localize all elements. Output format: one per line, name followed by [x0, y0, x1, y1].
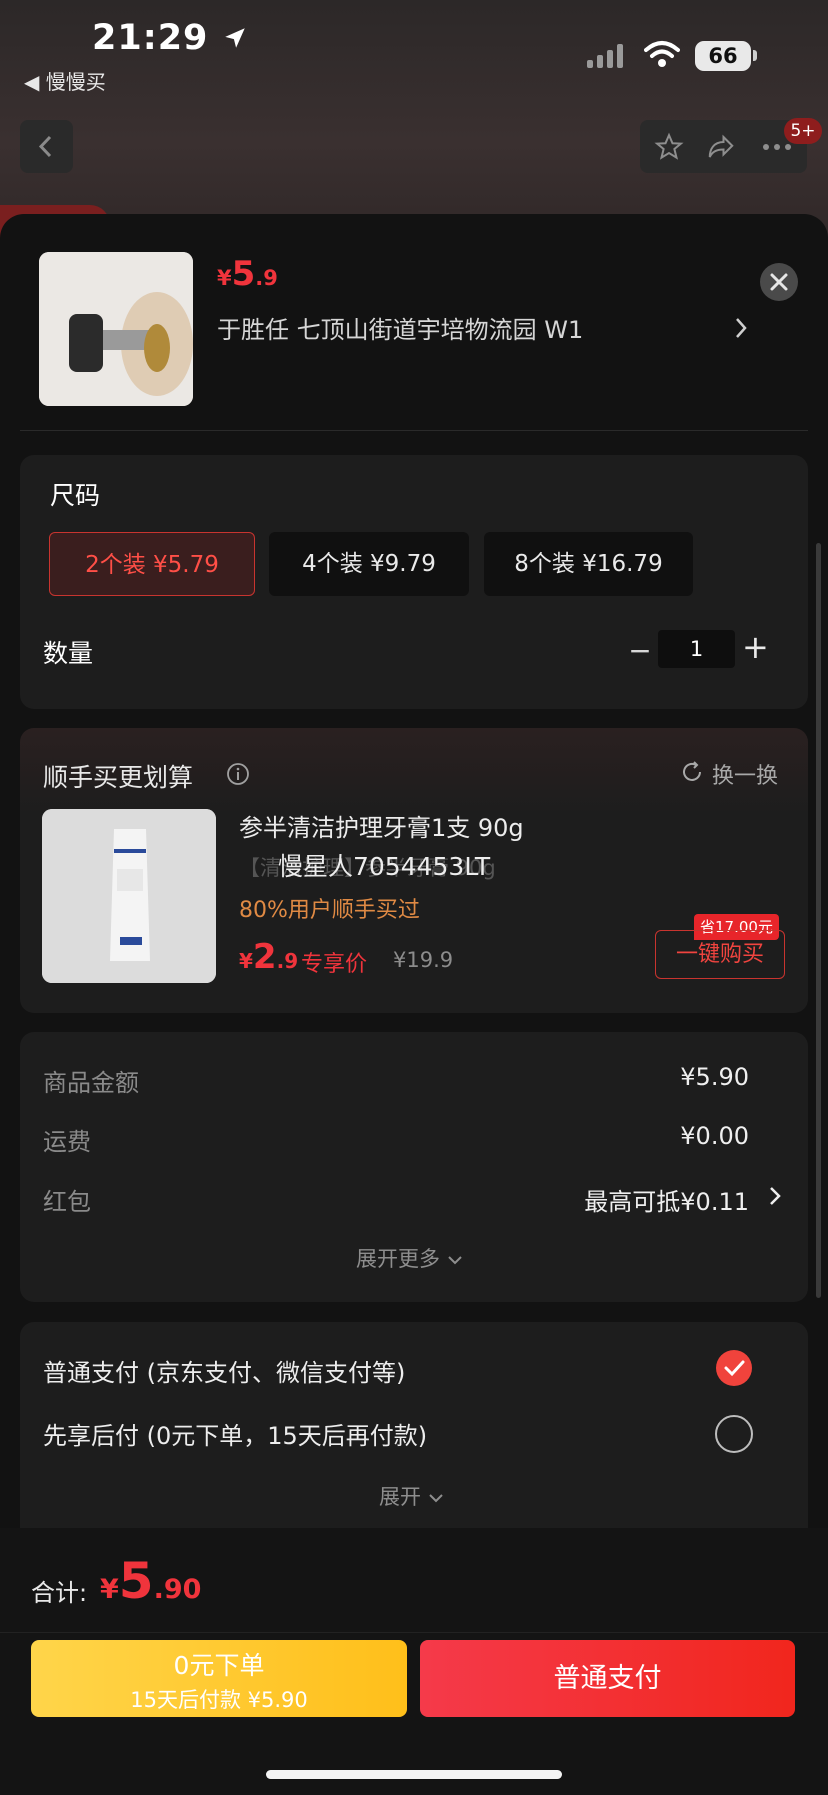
chevron-right-icon[interactable] — [768, 1185, 782, 1207]
quantity-input[interactable]: 1 — [658, 630, 735, 668]
close-icon — [770, 273, 788, 291]
quantity-decrease-button[interactable]: − — [628, 634, 652, 667]
share-icon[interactable] — [706, 132, 736, 162]
product-price: ¥5.9 — [217, 254, 278, 294]
wifi-icon — [644, 41, 680, 67]
status-time: 21:29 — [92, 18, 248, 58]
product-image — [39, 252, 193, 406]
size-option-2pack[interactable]: 2个装 ¥5.79 — [49, 532, 255, 596]
swap-button[interactable]: 换一换 — [712, 758, 778, 790]
signal-icon — [587, 44, 627, 68]
red-packet-label: 红包 — [43, 1188, 91, 1216]
sheet-divider — [20, 430, 808, 431]
payment-radio-unchecked[interactable] — [715, 1415, 753, 1453]
star-icon[interactable] — [654, 132, 684, 162]
battery-icon: 66 — [695, 41, 751, 71]
back-button[interactable] — [20, 120, 73, 173]
size-title: 尺码 — [50, 481, 101, 510]
close-button[interactable] — [760, 263, 798, 301]
battery-tip — [753, 50, 757, 61]
pay-later-button[interactable]: 0元下单 15天后付款 ¥5.90 — [31, 1640, 407, 1717]
refresh-icon[interactable] — [680, 760, 704, 784]
quantity-label: 数量 — [43, 639, 94, 668]
upsell-price: ¥2.9 — [239, 937, 299, 977]
shipping-value: ¥0.00 — [680, 1122, 749, 1150]
expand-more-button[interactable]: 展开更多 — [356, 1243, 463, 1273]
delivery-address[interactable]: 于胜任 七顶山街道宇培物流园 W1 — [217, 310, 583, 345]
footer-divider — [0, 1632, 828, 1633]
payment-option-standard[interactable]: 普通支付 (京东支付、微信支付等) — [43, 1353, 405, 1388]
payment-expand-button[interactable]: 展开 — [379, 1481, 444, 1511]
upsell-product-image[interactable] — [42, 809, 216, 983]
chevron-down-icon — [428, 1494, 443, 1503]
toothpaste-image — [42, 809, 216, 983]
cart-badge: 5+ — [784, 118, 822, 144]
pay-later-line2: 15天后付款 ¥5.90 — [130, 1688, 308, 1712]
upsell-price-tag: 专享价 — [301, 952, 368, 977]
one-click-buy-button[interactable]: 一键购买 — [655, 930, 785, 979]
scrollbar[interactable] — [816, 543, 821, 1298]
home-indicator[interactable] — [266, 1770, 562, 1779]
chevron-right-icon[interactable] — [733, 316, 749, 340]
total-label: 合计: — [31, 1579, 88, 1607]
back-to-app-link[interactable]: ◀ 慢慢买 — [24, 66, 106, 95]
pay-later-line1: 0元下单 — [173, 1651, 265, 1680]
location-arrow-icon — [224, 28, 245, 48]
pay-now-button[interactable]: 普通支付 — [420, 1640, 795, 1717]
upsell-product-name[interactable]: 参半清洁护理牙膏1支 90g — [239, 808, 524, 843]
shipping-label: 运费 — [43, 1128, 91, 1156]
nav-action-group — [640, 120, 807, 173]
quantity-increase-button[interactable]: + — [742, 628, 769, 666]
product-thumbnail — [39, 252, 193, 406]
upsell-social-proof: 80%用户顺手买过 — [239, 898, 420, 923]
upsell-original-price: ¥19.9 — [393, 948, 454, 972]
more-icon[interactable] — [762, 142, 792, 152]
size-option-8pack[interactable]: 8个装 ¥16.79 — [484, 532, 693, 596]
payment-radio-checked[interactable] — [716, 1350, 752, 1386]
red-packet-value[interactable]: 最高可抵¥0.11 — [449, 1182, 749, 1217]
watermark-text: 慢星人7054453LT — [278, 852, 491, 881]
check-icon — [724, 1360, 745, 1377]
info-icon[interactable] — [226, 762, 250, 786]
goods-amount-value: ¥5.90 — [680, 1063, 749, 1091]
back-chevron-icon — [38, 135, 52, 158]
upsell-title: 顺手买更划算 — [43, 763, 194, 792]
goods-amount-label: 商品金额 — [43, 1069, 139, 1097]
chevron-down-icon — [447, 1256, 462, 1265]
payment-option-pay-later[interactable]: 先享后付 (0元下单，15天后再付款) — [43, 1416, 427, 1451]
size-option-4pack[interactable]: 4个装 ¥9.79 — [269, 532, 469, 596]
total-amount: ¥5.90 — [100, 1552, 202, 1610]
